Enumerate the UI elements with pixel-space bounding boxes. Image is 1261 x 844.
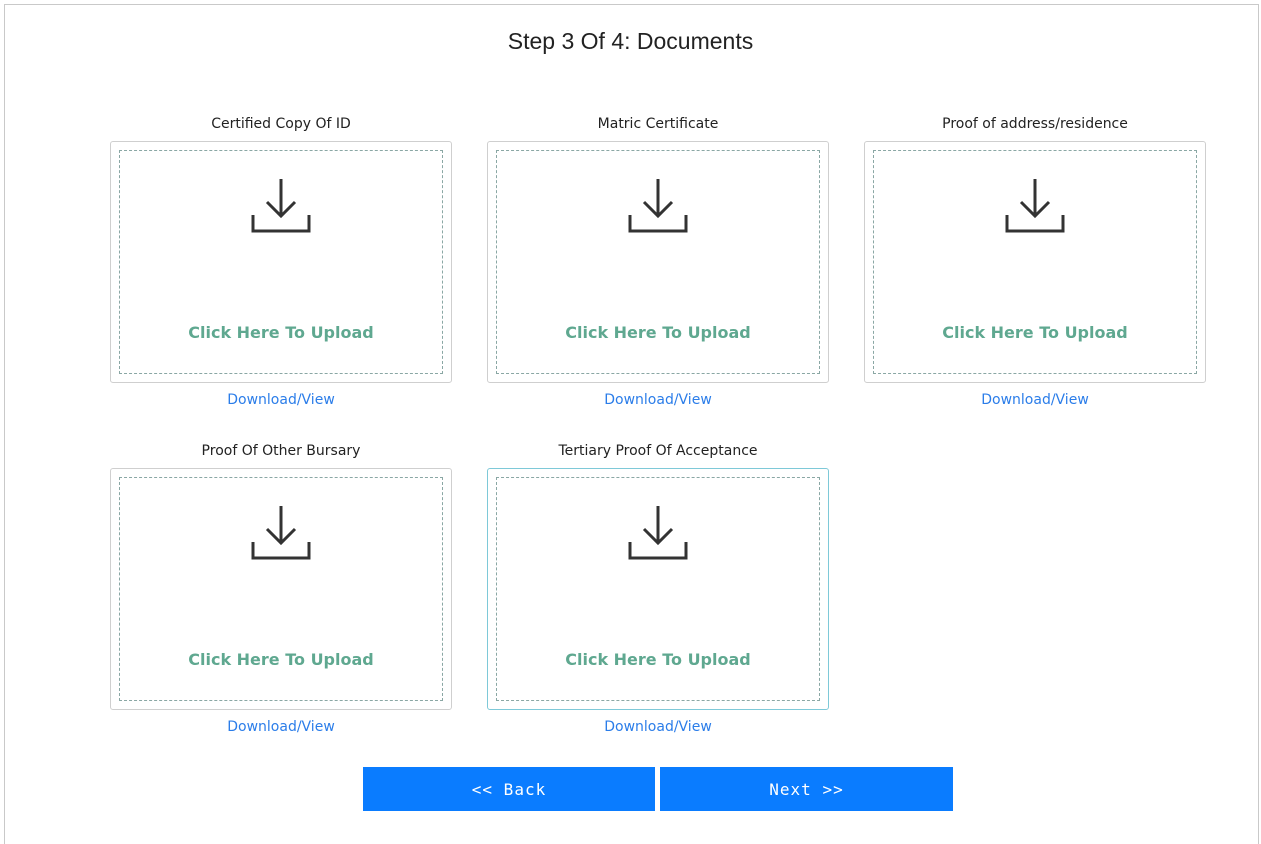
download-tray-icon <box>251 506 311 560</box>
upload-label: Click Here To Upload <box>942 323 1128 342</box>
upload-dropzone[interactable]: Click Here To Upload <box>487 468 829 710</box>
document-label: Proof of address/residence <box>942 116 1128 132</box>
document-certified-id: Certified Copy Of ID Click Here To Uploa… <box>110 115 452 408</box>
upload-label: Click Here To Upload <box>565 650 751 669</box>
dropzone-border: Click Here To Upload <box>873 150 1197 374</box>
back-button[interactable]: << Back <box>363 767 655 811</box>
download-tray-icon <box>628 179 688 233</box>
document-other-bursary: Proof Of Other Bursary Click Here To Upl… <box>110 442 452 735</box>
download-view-link[interactable]: Download/View <box>110 392 452 408</box>
document-label: Tertiary Proof Of Acceptance <box>558 443 758 459</box>
download-view-link[interactable]: Download/View <box>110 719 452 735</box>
document-label: Matric Certificate <box>597 116 719 132</box>
download-view-link[interactable]: Download/View <box>487 719 829 735</box>
document-label: Proof Of Other Bursary <box>201 443 361 459</box>
upload-label: Click Here To Upload <box>188 650 374 669</box>
upload-label: Click Here To Upload <box>565 323 751 342</box>
upload-label: Click Here To Upload <box>188 323 374 342</box>
upload-dropzone[interactable]: Click Here To Upload <box>864 141 1206 383</box>
upload-dropzone[interactable]: Click Here To Upload <box>110 468 452 710</box>
upload-dropzone[interactable]: Click Here To Upload <box>110 141 452 383</box>
download-tray-icon <box>1005 179 1065 233</box>
upload-dropzone[interactable]: Click Here To Upload <box>487 141 829 383</box>
document-tertiary-acceptance: Tertiary Proof Of Acceptance Click Here … <box>487 442 829 735</box>
dropzone-border: Click Here To Upload <box>496 477 820 701</box>
dropzone-border: Click Here To Upload <box>496 150 820 374</box>
document-label: Certified Copy Of ID <box>211 116 351 132</box>
download-tray-icon <box>628 506 688 560</box>
download-view-link[interactable]: Download/View <box>864 392 1206 408</box>
download-tray-icon <box>251 179 311 233</box>
download-view-link[interactable]: Download/View <box>487 392 829 408</box>
document-proof-of-address: Proof of address/residence Click Here To… <box>864 115 1206 408</box>
dropzone-border: Click Here To Upload <box>119 150 443 374</box>
page-title: Step 3 Of 4: Documents <box>507 28 754 54</box>
document-matric-certificate: Matric Certificate Click Here To Upload … <box>487 115 829 408</box>
dropzone-border: Click Here To Upload <box>119 477 443 701</box>
next-button[interactable]: Next >> <box>660 767 953 811</box>
